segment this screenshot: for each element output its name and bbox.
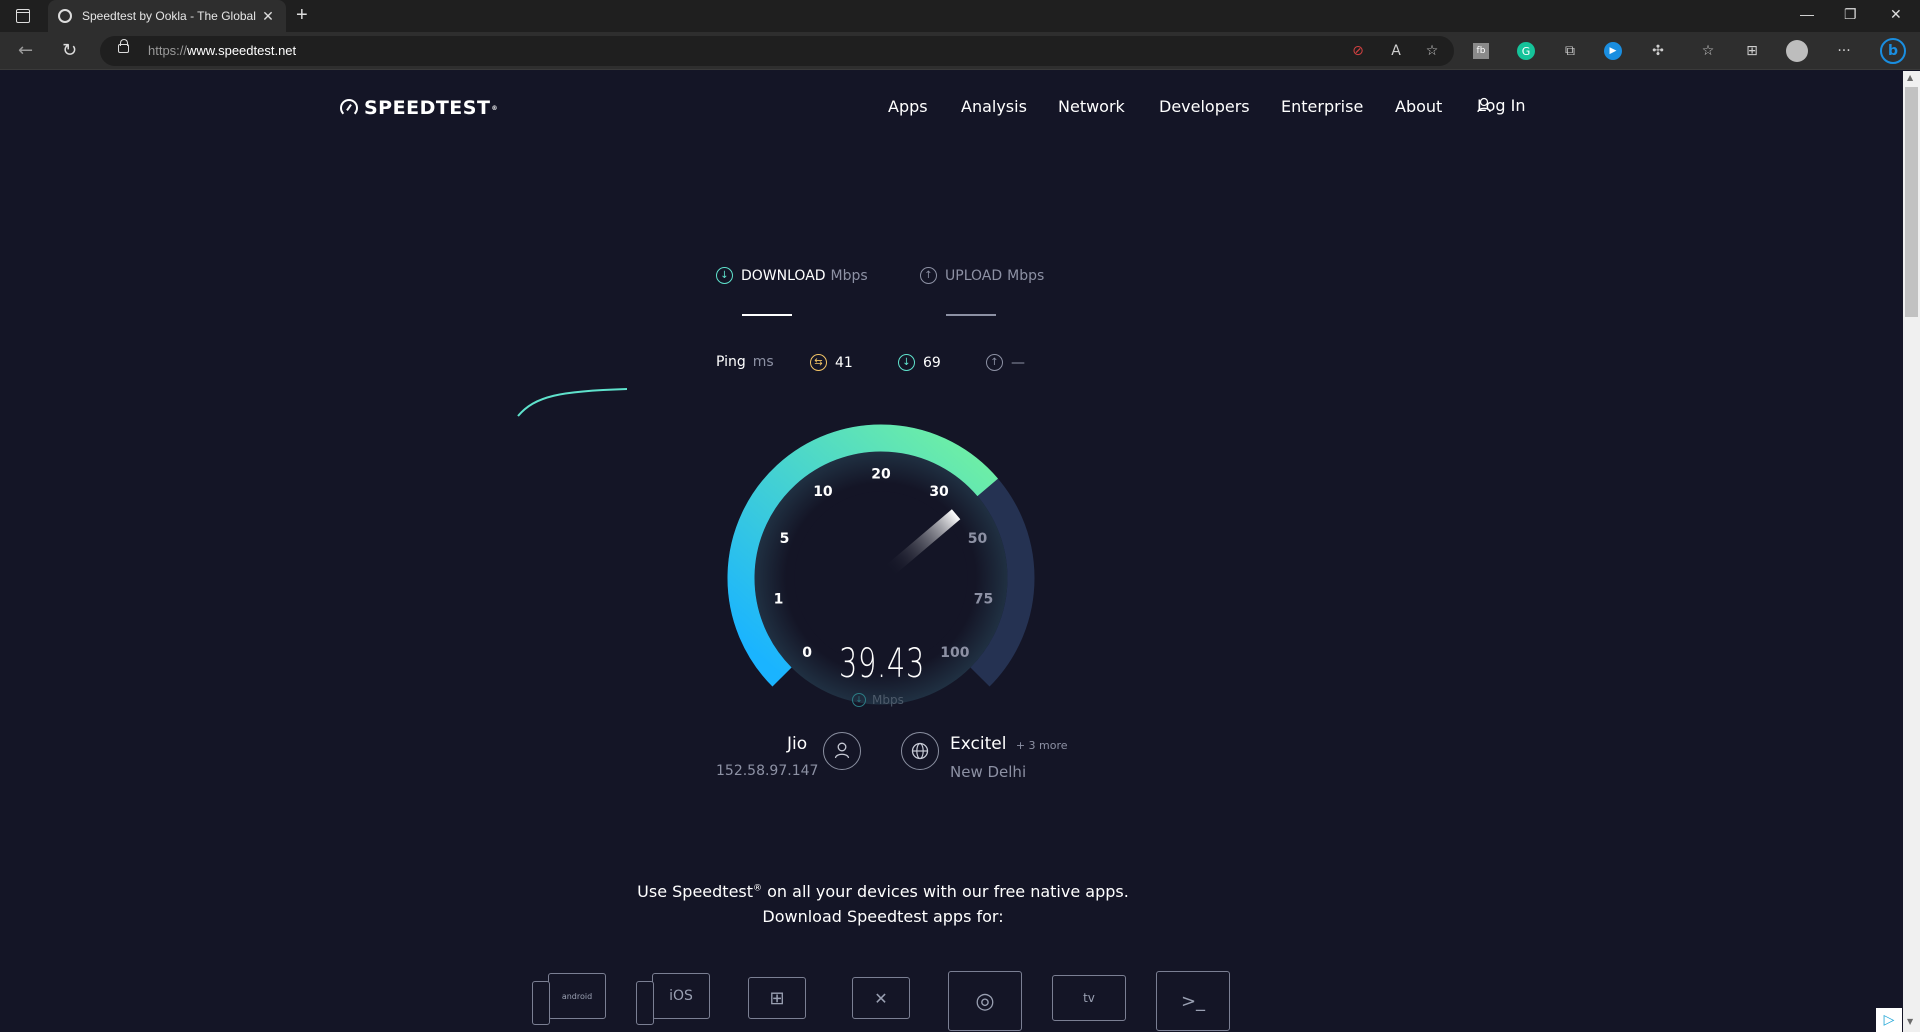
cli-app-icon[interactable]: >_ [1156,971,1230,1031]
tab-title: Speedtest by Ookla - The Global [82,9,256,23]
collections-icon[interactable]: ⊞ [1742,41,1762,61]
tab-actions-icon[interactable] [16,9,30,23]
close-window-button[interactable]: ✕ [1890,6,1902,23]
isp-ip: 152.58.97.147 [716,763,819,779]
gauge-tick-label: 75 [974,591,993,607]
page-scrollbar[interactable]: ▲ ▼ [1903,71,1920,1032]
speedtest-page: SPEEDTEST ® Apps Analysis Network Develop… [0,71,1903,1032]
current-speed-value: 39.43 [838,641,926,687]
more-icon[interactable]: ··· [1834,41,1854,61]
bing-copilot-icon[interactable]: b [1880,38,1906,64]
apps-promo-line1: Use Speedtest® on all your devices with … [637,882,1129,901]
macos-app-icon[interactable]: ✕ [852,977,910,1019]
scroll-thumb[interactable] [1905,87,1918,317]
extensions-icon[interactable]: ✣ [1648,41,1668,61]
gauge-inner-disk [794,491,968,665]
scroll-up-icon[interactable]: ▲ [1907,73,1913,82]
back-button[interactable]: ← [18,40,33,61]
tracking-prevention-icon[interactable]: ⊘ [1348,41,1368,61]
lock-icon[interactable] [118,39,129,53]
apps-promo-line2: Download Speedtest apps for: [762,907,1004,926]
isp-name: Jio [787,734,808,754]
appletv-app-icon[interactable]: tv [1052,975,1126,1021]
favorites-icon[interactable]: ☆ [1698,41,1718,61]
ios-phone-outline [636,981,654,1025]
add-favorite-icon[interactable]: ☆ [1422,41,1442,61]
gauge-tick-label: 50 [968,531,988,547]
ios-app-icon[interactable]: iOS [652,973,710,1019]
android-app-icon[interactable]: android [548,973,606,1019]
android-phone-outline [532,981,550,1025]
server-name[interactable]: Excitel + 3 more [950,734,1068,754]
chrome-app-icon[interactable]: ◎ [948,971,1022,1031]
browser-toolbar: ← ↻ https://www.speedtest.net ⊘ A ☆ fb G… [0,32,1920,70]
tab-close-icon[interactable]: ✕ [260,8,276,25]
windows-app-icon[interactable]: ⊞ [748,977,806,1019]
extension-3-icon[interactable]: ⧉ [1560,41,1580,61]
browser-tab[interactable]: Speedtest by Ookla - The Global ✕ [48,0,286,32]
browser-titlebar: Speedtest by Ookla - The Global ✕ + — ❐ … [0,0,1920,32]
extension-1-icon[interactable]: fb [1473,43,1489,59]
read-aloud-icon[interactable]: A [1386,41,1406,61]
gauge-tick-label: 5 [780,531,790,547]
new-tab-button[interactable]: + [296,4,308,27]
gauge-tick-label: 10 [813,484,833,500]
gauge-tick-label: 20 [871,467,891,483]
download-small-icon: ↓ [852,693,866,707]
speedtest-favicon-icon [58,9,72,23]
speed-unit: ↓ Mbps [852,693,904,707]
adchoices-icon[interactable]: ▷ [1876,1008,1902,1032]
profile-icon[interactable] [1786,40,1808,62]
grammarly-icon[interactable]: G [1517,42,1535,60]
gauge-tick-label: 30 [929,484,949,500]
scroll-down-icon[interactable]: ▼ [1907,1017,1913,1026]
restore-button[interactable]: ❐ [1844,6,1857,23]
minimize-button[interactable]: — [1800,6,1814,22]
server-more-link[interactable]: + 3 more [1016,739,1068,752]
server-location: New Delhi [950,763,1027,781]
globe-icon[interactable] [901,732,939,770]
address-bar[interactable]: https://www.speedtest.net ⊘ A ☆ [100,36,1454,66]
user-icon[interactable] [823,732,861,770]
refresh-button[interactable]: ↻ [62,40,77,61]
url-text[interactable]: https://www.speedtest.net [148,43,296,58]
extension-4-icon[interactable]: ▶ [1604,42,1622,60]
gauge-tick-label: 1 [774,591,784,607]
